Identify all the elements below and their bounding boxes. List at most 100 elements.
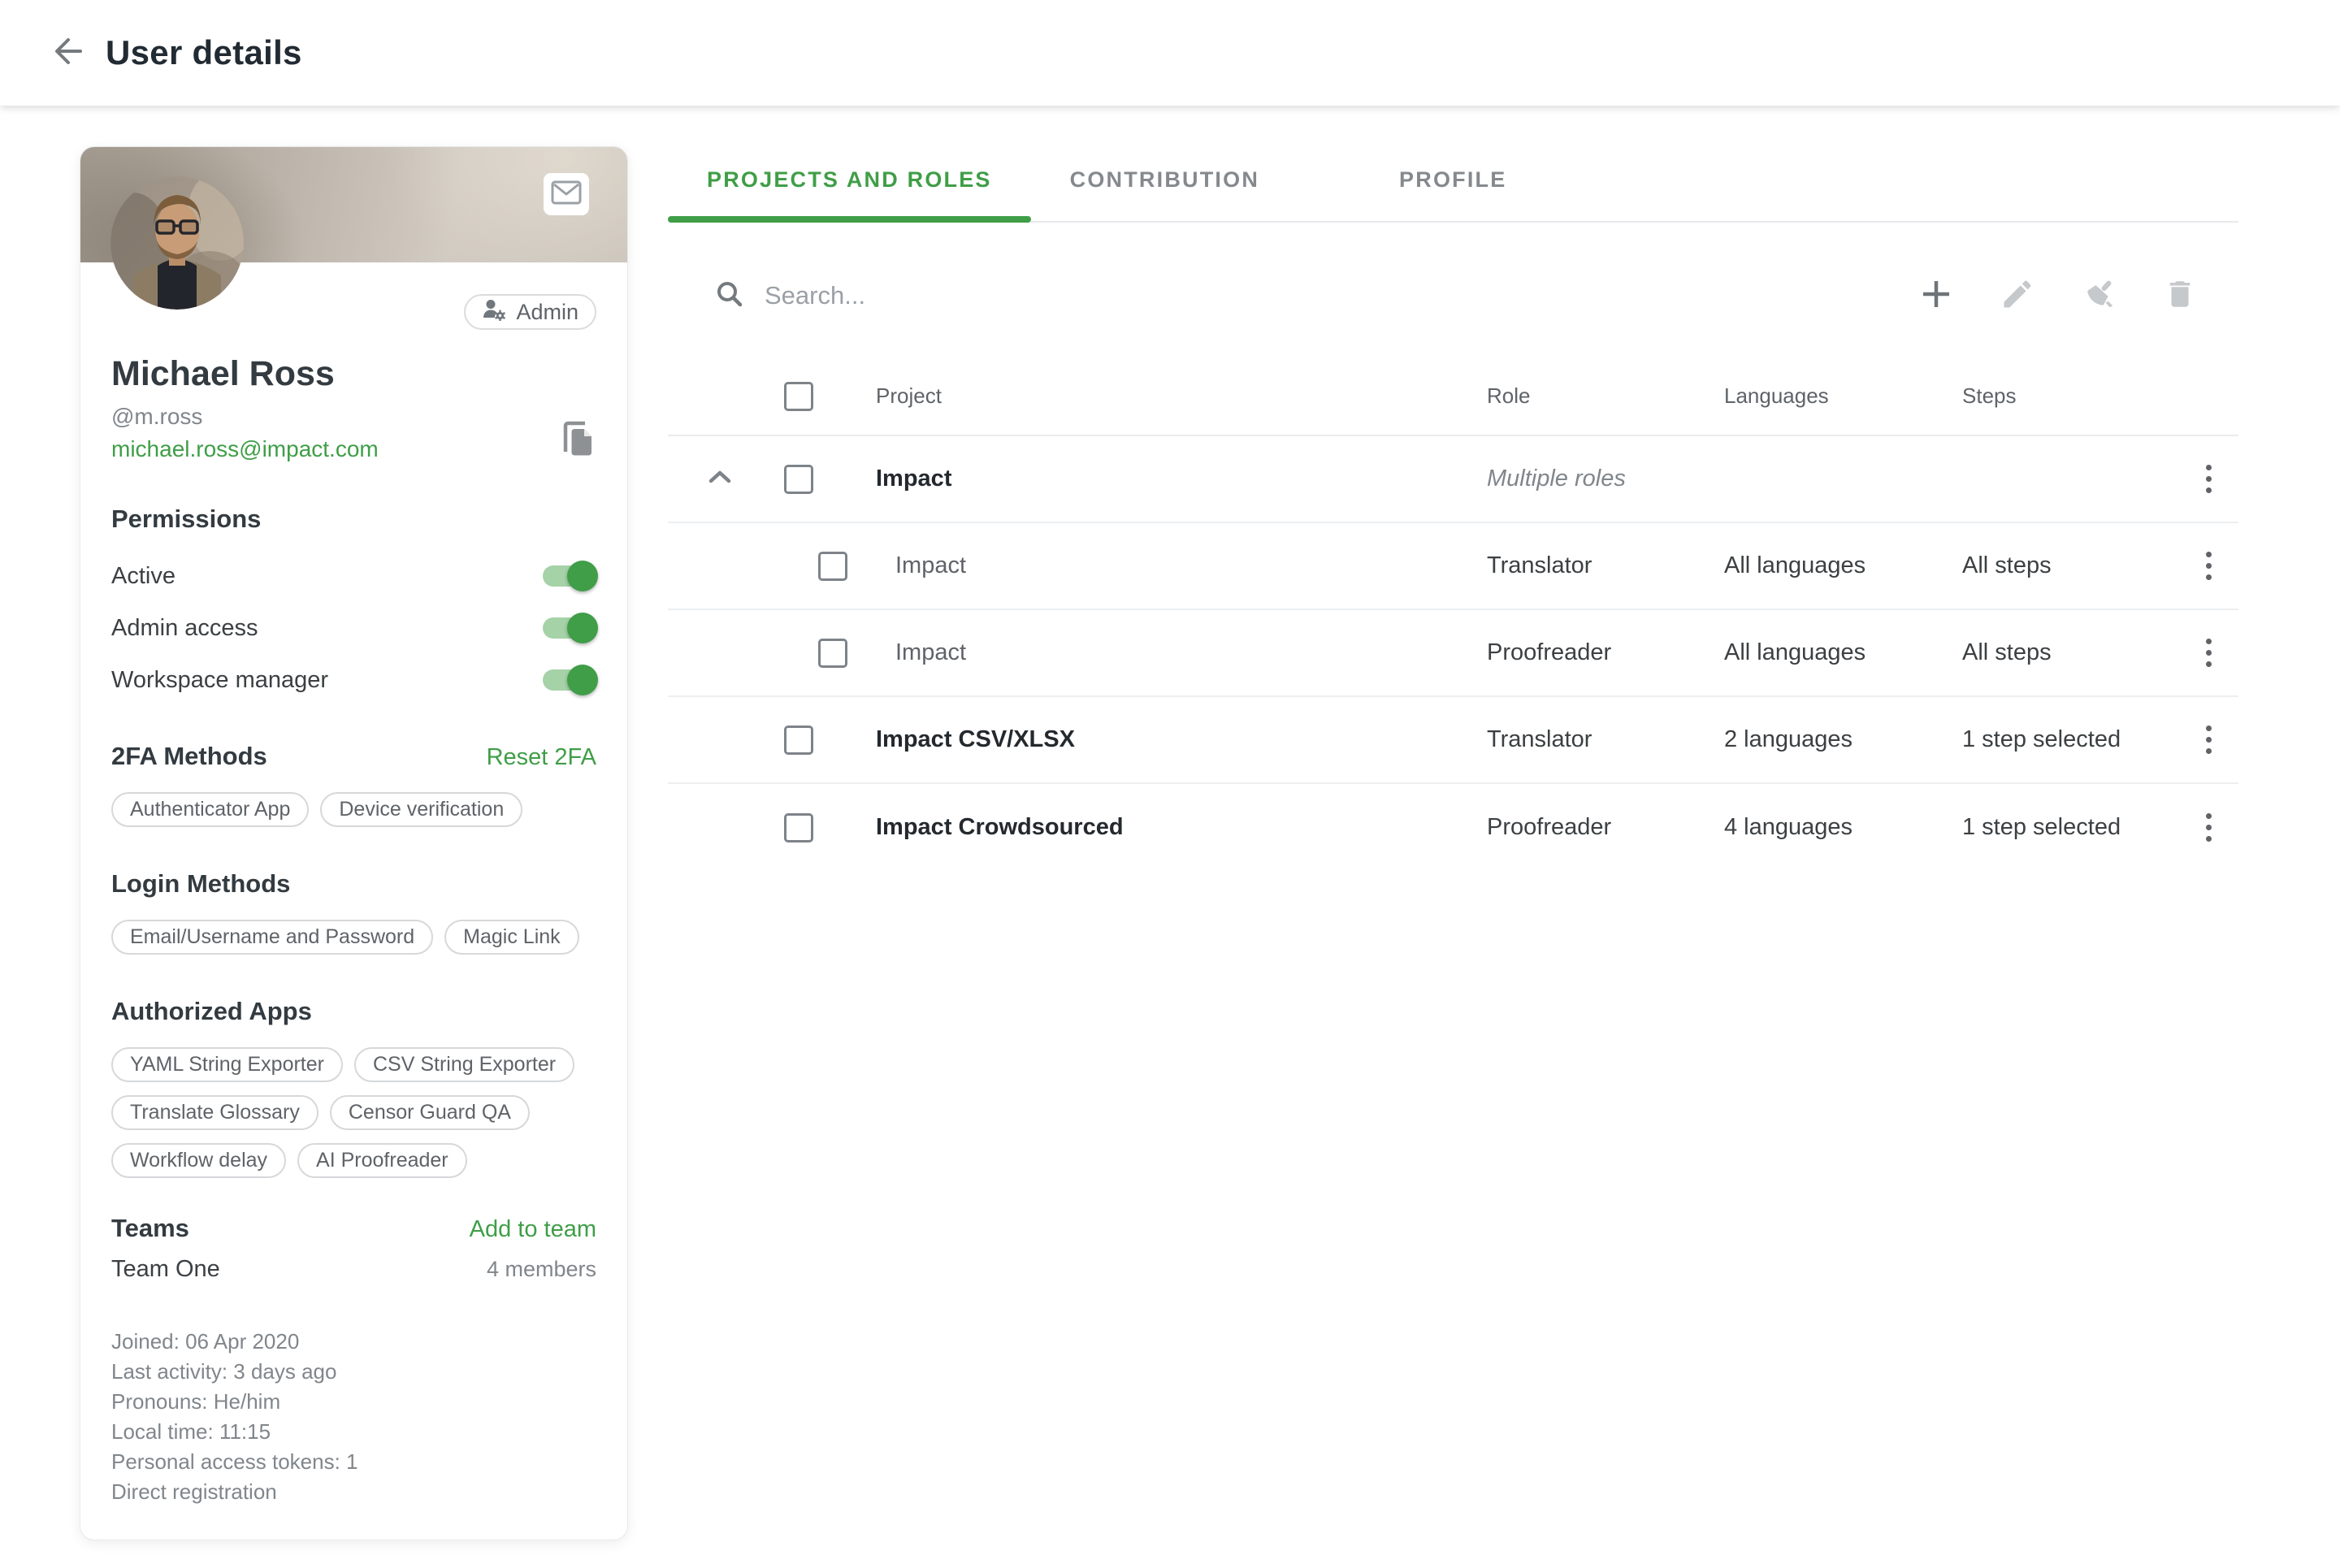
row-menu-button[interactable] [2179, 719, 2238, 760]
role-value: Proofreader [1487, 639, 1724, 666]
meta-tokens: Personal access tokens: 1 [111, 1447, 596, 1477]
role-value: Proofreader [1487, 814, 1724, 841]
login-methods-title: Login Methods [111, 869, 596, 899]
row-checkbox[interactable] [784, 813, 813, 842]
add-to-team-link[interactable]: Add to team [470, 1216, 596, 1243]
pencil-icon [2000, 276, 2035, 316]
row-menu-button[interactable] [2179, 458, 2238, 500]
team-members-count: 4 members [487, 1257, 596, 1282]
role-value: Translator [1487, 726, 1724, 753]
row-checkbox[interactable] [784, 465, 813, 494]
edit-button[interactable] [1999, 277, 2036, 314]
project-name: Impact [876, 466, 1487, 492]
login-method-chips: Email/Username and Password Magic Link [111, 920, 596, 955]
role-value: Translator [1487, 552, 1724, 579]
row-checkbox[interactable] [818, 552, 847, 581]
authorized-app-chip: AI Proofreader [297, 1143, 467, 1178]
user-card: Admin Michael Ross @m.ross michael.ross@… [80, 146, 628, 1540]
table-row: Impact Crowdsourced Proofreader 4 langua… [668, 784, 2238, 871]
app-header: User details [0, 0, 2340, 106]
user-details-page: User details [0, 0, 2340, 1568]
send-email-button[interactable] [544, 173, 589, 215]
steps-value: 1 step selected [1962, 726, 2179, 753]
add-button[interactable] [1918, 277, 1955, 314]
collapse-row-button[interactable] [704, 467, 736, 492]
team-name: Team One [111, 1256, 220, 1283]
meta-local-time: Local time: 11:15 [111, 1417, 596, 1447]
toolbar-actions [1918, 277, 2199, 314]
projects-table: Project Role Languages Steps [668, 357, 2238, 871]
permission-label: Workspace manager [111, 667, 328, 694]
table-header: Project Role Languages Steps [668, 357, 2238, 436]
search-input[interactable] [765, 281, 1333, 310]
user-meta: Joined: 06 Apr 2020 Last activity: 3 day… [111, 1327, 596, 1507]
reset-2fa-link[interactable]: Reset 2FA [487, 744, 596, 771]
permission-row: Admin access [111, 602, 596, 654]
admin-access-toggle[interactable] [543, 617, 596, 639]
user-email[interactable]: michael.ross@impact.com [111, 436, 596, 462]
toggle-knob [567, 561, 598, 591]
card-body: Admin Michael Ross @m.ross michael.ross@… [80, 294, 627, 462]
copy-icon [557, 448, 596, 461]
project-name: Impact [876, 552, 1487, 579]
row-checkbox[interactable] [784, 726, 813, 755]
row-menu-button[interactable] [2179, 632, 2238, 674]
permission-row: Workspace manager [111, 654, 596, 706]
select-all-checkbox[interactable] [784, 382, 813, 411]
permission-label: Admin access [111, 615, 258, 642]
languages-value: 2 languages [1724, 726, 1962, 753]
permissions-title: Permissions [111, 505, 596, 534]
column-languages: Languages [1724, 383, 1962, 409]
teams-title: Teams [111, 1214, 189, 1243]
login-method-chip: Email/Username and Password [111, 920, 433, 955]
permission-label: Active [111, 563, 176, 590]
column-role: Role [1487, 383, 1724, 409]
tab-profile[interactable]: PROFILE [1360, 138, 1545, 221]
active-toggle[interactable] [543, 565, 596, 587]
envelope-icon [550, 179, 583, 210]
languages-value: 4 languages [1724, 814, 1962, 841]
user-handle: @m.ross [111, 404, 596, 430]
project-name: Impact Crowdsourced [876, 814, 1487, 841]
twofa-chips: Authenticator App Device verification [111, 792, 596, 827]
column-project: Project [876, 383, 1487, 409]
project-name: Impact CSV/XLSX [876, 726, 1487, 753]
admin-badge-label: Admin [516, 300, 578, 325]
steps-value: All steps [1962, 552, 2179, 579]
steps-value: All steps [1962, 639, 2179, 666]
trash-icon [2163, 276, 2197, 316]
twofa-method-chip: Device verification [320, 792, 522, 827]
authorized-app-chip: Workflow delay [111, 1143, 286, 1178]
toggle-knob [567, 665, 598, 695]
row-checkbox[interactable] [818, 639, 847, 668]
meta-last-activity: Last activity: 3 days ago [111, 1357, 596, 1387]
arrow-left-icon [50, 32, 87, 74]
cleanup-button[interactable] [2080, 277, 2117, 314]
admin-badge: Admin [464, 294, 596, 330]
tab-contribution[interactable]: CONTRIBUTION [1031, 138, 1298, 221]
project-name: Impact [876, 639, 1487, 666]
languages-value: All languages [1724, 639, 1962, 666]
delete-button[interactable] [2161, 277, 2199, 314]
main-panel: PROJECTS AND ROLES CONTRIBUTION PROFILE [668, 138, 2238, 871]
authorized-apps-title: Authorized Apps [111, 997, 596, 1026]
permission-row: Active [111, 550, 596, 602]
workspace-manager-toggle[interactable] [543, 669, 596, 691]
row-menu-button[interactable] [2179, 545, 2238, 587]
authorized-app-chip: Censor Guard QA [330, 1095, 530, 1130]
user-card-wrap: Admin Michael Ross @m.ross michael.ross@… [80, 146, 628, 1540]
avatar [110, 176, 244, 310]
authorized-app-chips: YAML String Exporter CSV String Exporter… [111, 1047, 596, 1178]
back-button[interactable] [46, 30, 91, 76]
row-menu-button[interactable] [2179, 807, 2238, 848]
tabs: PROJECTS AND ROLES CONTRIBUTION PROFILE [668, 138, 2238, 223]
copy-email-button[interactable] [557, 418, 596, 458]
search-icon [714, 279, 745, 314]
table-row-child: Impact Translator All languages All step… [668, 523, 2238, 610]
languages-value: All languages [1724, 552, 1962, 579]
authorized-app-chip: YAML String Exporter [111, 1047, 343, 1082]
team-row: Team One 4 members [111, 1256, 596, 1283]
tab-projects-and-roles[interactable]: PROJECTS AND ROLES [668, 138, 1031, 221]
person-gear-icon [482, 298, 506, 327]
user-name: Michael Ross [111, 354, 596, 394]
